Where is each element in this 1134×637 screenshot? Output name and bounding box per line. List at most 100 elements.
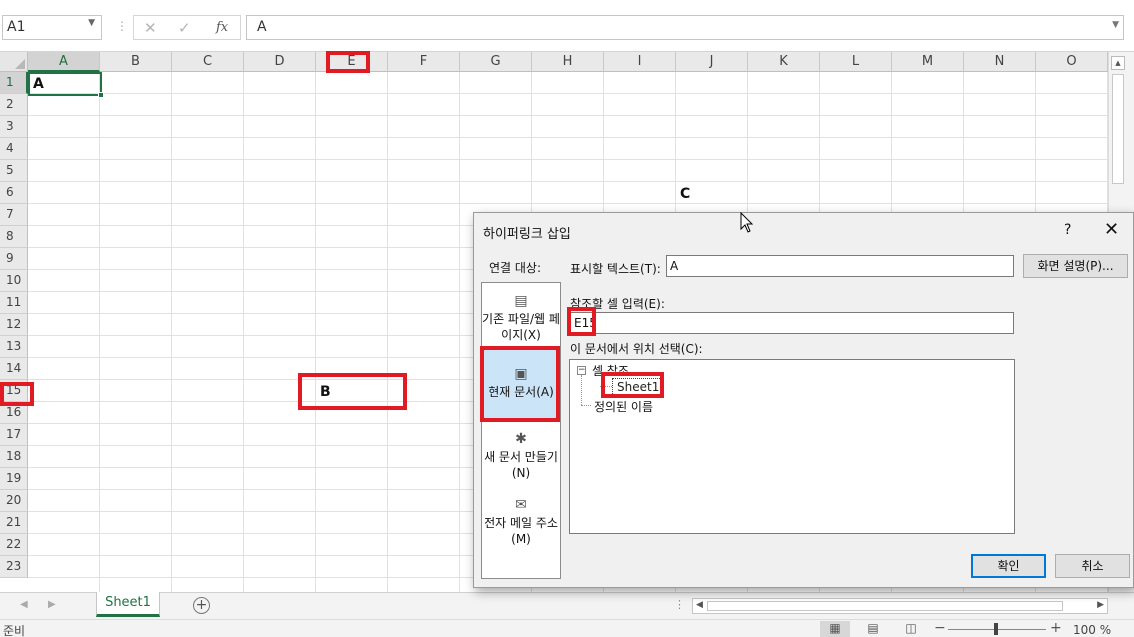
row-header-16[interactable]: 16 — [0, 402, 28, 424]
column-header-g[interactable]: G — [460, 52, 532, 72]
column-header-l[interactable]: L — [820, 52, 892, 72]
row-header-17[interactable]: 17 — [0, 424, 28, 446]
zoom-slider-thumb[interactable] — [994, 623, 998, 635]
tab-next-icon[interactable]: ▶ — [48, 599, 56, 610]
link-option-existing-file[interactable]: ▤ 기존 파일/웹 페이지(X) — [482, 293, 560, 343]
link-option-email[interactable]: ✉ 전자 메일 주소(M) — [482, 497, 560, 547]
row-header-20[interactable]: 20 — [0, 490, 28, 512]
column-header-b[interactable]: B — [100, 52, 172, 72]
screen-tip-button[interactable]: 화면 설명(P)... — [1023, 254, 1128, 278]
row-header-7[interactable]: 7 — [0, 204, 28, 226]
cell-E15[interactable]: B — [320, 384, 331, 400]
close-icon[interactable]: ✕ — [1104, 219, 1119, 240]
row-header-3[interactable]: 3 — [0, 116, 28, 138]
formula-bar: A1 ▼ ⋮ ✕ ✓ fx A ▼ — [0, 0, 1134, 52]
column-header-d[interactable]: D — [244, 52, 316, 72]
place-in-document-tree[interactable]: − 셀 참조 Sheet1 정의된 이름 — [569, 359, 1015, 534]
row-header-1[interactable]: 1 — [0, 72, 28, 94]
row-header-4[interactable]: 4 — [0, 138, 28, 160]
column-header-a[interactable]: A — [28, 52, 100, 72]
tree-node-sheet1[interactable]: Sheet1 — [612, 378, 665, 396]
insert-hyperlink-dialog: 하이퍼링크 삽입 ? ✕ 연결 대상: ▤ 기존 파일/웹 페이지(X) ▣ 현… — [473, 212, 1134, 588]
row-header-12[interactable]: 12 — [0, 314, 28, 336]
enter-icon[interactable]: ✓ — [178, 19, 191, 37]
email-icon: ✉ — [515, 497, 527, 513]
mouse-cursor-icon — [740, 212, 754, 233]
vertical-scroll-thumb[interactable] — [1112, 74, 1124, 184]
cell-reference-input[interactable]: E15 — [570, 312, 1014, 334]
column-header-k[interactable]: K — [748, 52, 820, 72]
row-header-15[interactable]: 15 — [0, 380, 28, 402]
link-to-label: 연결 대상: — [489, 261, 542, 275]
zoom-out-icon[interactable]: − — [934, 620, 946, 636]
page-break-view-icon[interactable]: ◫ — [896, 621, 926, 637]
row-header-22[interactable]: 22 — [0, 534, 28, 556]
name-box[interactable]: A1 ▼ — [2, 15, 102, 40]
row-header-2[interactable]: 2 — [0, 94, 28, 116]
insert-function-icon[interactable]: fx — [216, 20, 228, 35]
column-header-h[interactable]: H — [532, 52, 604, 72]
expand-formula-icon[interactable]: ▼ — [1112, 20, 1119, 30]
row-header-23[interactable]: 23 — [0, 556, 28, 578]
row-header-14[interactable]: 14 — [0, 358, 28, 380]
select-all-button[interactable] — [0, 52, 28, 72]
row-header-6[interactable]: 6 — [0, 182, 28, 204]
link-option-new-document[interactable]: ✱ 새 문서 만들기(N) — [482, 431, 560, 481]
status-bar: 준비 ▦ ▤ ◫ − + 100 % — [0, 619, 1134, 637]
new-document-icon: ✱ — [515, 431, 527, 447]
scroll-left-icon[interactable]: ◀ — [696, 600, 703, 610]
column-header-i[interactable]: I — [604, 52, 676, 72]
column-header-c[interactable]: C — [172, 52, 244, 72]
scroll-up-icon[interactable]: ▲ — [1111, 56, 1125, 70]
link-option-current-document[interactable]: ▣ 현재 문서(A) — [482, 349, 560, 421]
column-header-n[interactable]: N — [964, 52, 1036, 72]
add-sheet-icon[interactable]: + — [193, 597, 210, 614]
horizontal-scroll-thumb[interactable] — [707, 601, 1063, 611]
link-option-label: 기존 파일/웹 페이지(X) — [482, 312, 560, 342]
display-text-input[interactable]: A — [666, 255, 1014, 277]
row-header-18[interactable]: 18 — [0, 446, 28, 468]
collapse-icon[interactable]: − — [577, 366, 586, 375]
row-header-13[interactable]: 13 — [0, 336, 28, 358]
tree-node-cell-reference[interactable]: 셀 참조 — [592, 362, 629, 379]
fill-handle[interactable] — [98, 92, 104, 98]
row-header-8[interactable]: 8 — [0, 226, 28, 248]
active-cell-border — [28, 72, 104, 98]
row-header-11[interactable]: 11 — [0, 292, 28, 314]
column-header-f[interactable]: F — [388, 52, 460, 72]
cancel-icon[interactable]: ✕ — [144, 19, 157, 37]
zoom-in-icon[interactable]: + — [1050, 620, 1062, 636]
horizontal-scrollbar[interactable]: ◀ ▶ — [692, 598, 1108, 614]
zoom-level[interactable]: 100 % — [1073, 623, 1111, 637]
cell-reference-label: 참조할 셀 입력(E): — [570, 297, 665, 311]
column-header-m[interactable]: M — [892, 52, 964, 72]
tree-node-defined-names[interactable]: 정의된 이름 — [594, 398, 653, 415]
row-header-9[interactable]: 9 — [0, 248, 28, 270]
help-icon[interactable]: ? — [1064, 222, 1071, 238]
formula-bar-buttons: ✕ ✓ fx — [133, 15, 241, 40]
cancel-button[interactable]: 취소 — [1055, 554, 1130, 578]
row-header-10[interactable]: 10 — [0, 270, 28, 292]
globe-page-icon: ▤ — [514, 293, 528, 309]
ok-button[interactable]: 확인 — [971, 554, 1046, 578]
column-header-e[interactable]: E — [316, 52, 388, 72]
row-header-5[interactable]: 5 — [0, 160, 28, 182]
column-header-j[interactable]: J — [676, 52, 748, 72]
column-header-o[interactable]: O — [1036, 52, 1108, 72]
page-layout-view-icon[interactable]: ▤ — [858, 621, 888, 637]
link-option-label: 새 문서 만들기(N) — [484, 450, 558, 480]
row-header-21[interactable]: 21 — [0, 512, 28, 534]
scroll-right-icon[interactable]: ▶ — [1097, 600, 1104, 610]
sheet-tab-sheet1[interactable]: Sheet1 — [96, 592, 160, 617]
scroll-split-grip[interactable]: ⋮ — [674, 598, 685, 611]
normal-view-icon[interactable]: ▦ — [820, 621, 850, 637]
row-header-19[interactable]: 19 — [0, 468, 28, 490]
sheet-tabs-bar: ◀ ▶ Sheet1 + ⋮ ◀ ▶ — [0, 592, 1134, 619]
cell-J6[interactable]: C — [680, 186, 690, 202]
formula-input[interactable]: A ▼ — [246, 15, 1124, 40]
tab-prev-icon[interactable]: ◀ — [20, 599, 28, 610]
link-option-label: 전자 메일 주소(M) — [484, 516, 558, 546]
link-to-panel: ▤ 기존 파일/웹 페이지(X) ▣ 현재 문서(A) ✱ 새 문서 만들기(N… — [481, 282, 561, 579]
chevron-down-icon[interactable]: ▼ — [88, 18, 95, 28]
tree-connector — [600, 386, 612, 387]
